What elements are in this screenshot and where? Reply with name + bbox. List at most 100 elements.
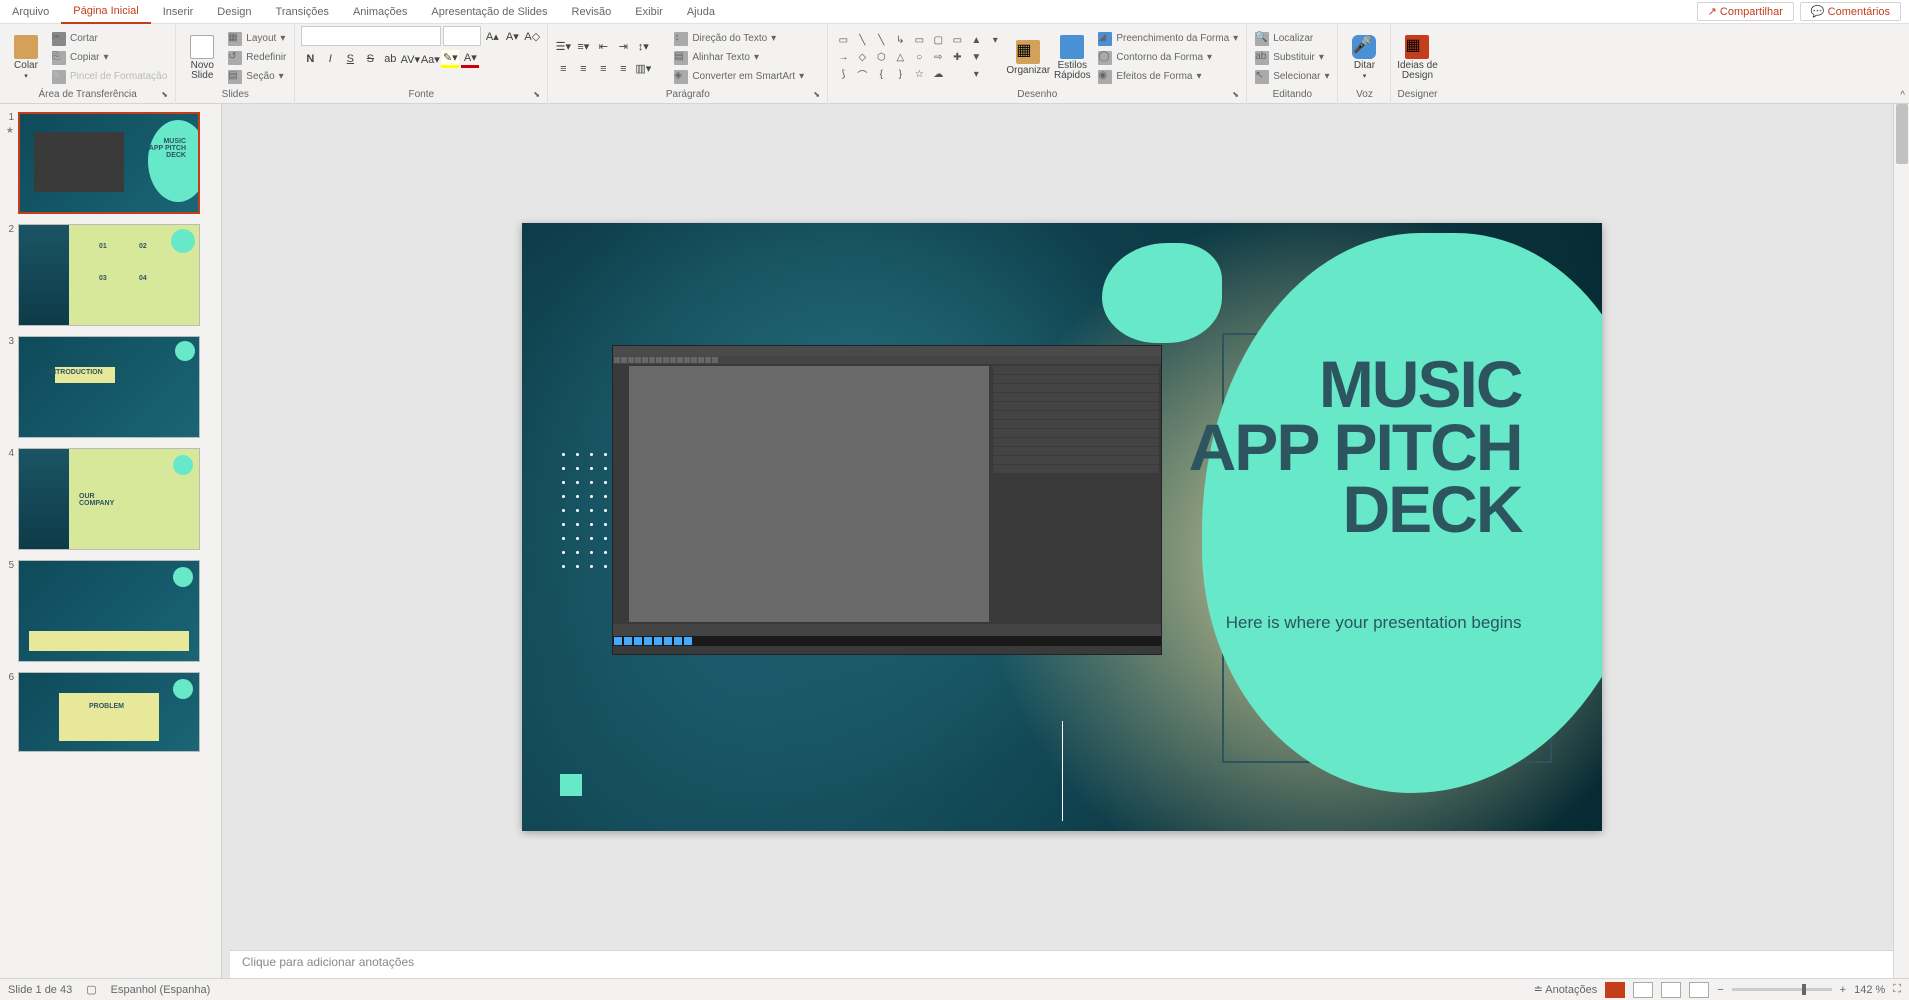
paragrafo-dialog-launcher[interactable]: ⬊ [813,90,825,102]
shape-cloud-icon[interactable]: ☁ [929,67,947,83]
slide-thumbnail-6[interactable]: PROBLEM [18,672,200,752]
shape-connector-icon[interactable]: ↳ [891,33,909,49]
accessibility-icon[interactable]: ▢ [86,983,96,996]
embedded-screenshot-image[interactable] [612,345,1162,655]
normal-view-icon[interactable] [1605,982,1625,998]
align-left-icon[interactable]: ≡ [554,60,572,78]
organizar-button[interactable]: ▦ Organizar [1008,28,1048,88]
shape-textbox-icon[interactable]: ▭ [834,33,852,49]
slide-thumbnail-4[interactable]: OUR COMPANY [18,448,200,550]
char-spacing-icon[interactable]: AV▾ [401,50,419,68]
shape-line2-icon[interactable]: ╲ [872,33,890,49]
zoom-slider[interactable] [1732,988,1832,991]
tab-pagina-inicial[interactable]: Página Inicial [61,0,150,24]
shape-roundrect-icon[interactable]: ▢ [929,33,947,49]
shape-rect2-icon[interactable]: ▭ [948,33,966,49]
slide-subtitle[interactable]: Here is where your presentation begins [1226,613,1522,633]
shape-curve-icon[interactable]: ⟆ [834,67,852,83]
underline-icon[interactable]: S [341,50,359,68]
shape-brace2-icon[interactable]: } [891,67,909,83]
bullets-icon[interactable]: ☰▾ [554,38,572,56]
shape-tri-icon[interactable]: △ [891,50,909,66]
slide-counter[interactable]: Slide 1 de 43 [8,984,72,996]
estilos-rapidos-button[interactable]: Estilos Rápidos [1052,28,1092,88]
scrollbar-thumb[interactable] [1896,104,1908,164]
shape-arc-icon[interactable]: ⌒ [853,67,871,83]
collapse-ribbon-icon[interactable]: ^ [1900,90,1905,101]
layout-button[interactable]: ▦Layout ▾ [226,30,288,48]
shape-expand-icon[interactable]: ▾ [967,67,985,83]
shape-plus-icon[interactable]: ✚ [948,50,966,66]
ditar-button[interactable]: 🎤 Ditar ▾ [1344,28,1384,88]
colar-button[interactable]: Colar ▾ [6,28,46,88]
tab-ajuda[interactable]: Ajuda [675,0,727,24]
shape-brace-icon[interactable]: { [872,67,890,83]
efeitos-forma-button[interactable]: ◉Efeitos de Forma ▾ [1096,68,1240,86]
slide-1[interactable]: MUSIC APP PITCH DECK Here is where your … [522,223,1602,831]
localizar-button[interactable]: 🔍Localizar [1253,30,1331,48]
anotacoes-toggle[interactable]: ≐ Anotações [1534,983,1598,996]
bold-icon[interactable]: N [301,50,319,68]
decrease-indent-icon[interactable]: ⇤ [594,38,612,56]
preenchimento-forma-button[interactable]: ◢Preenchimento da Forma ▾ [1096,30,1240,48]
zoom-level[interactable]: 142 % [1854,984,1885,996]
highlight-icon[interactable]: ✎▾ [441,50,459,68]
shadow-icon[interactable]: ab [381,50,399,68]
contorno-forma-button[interactable]: ◯Contorno da Forma ▾ [1096,49,1240,67]
numbering-icon[interactable]: ≡▾ [574,38,592,56]
slide-thumbnail-1[interactable]: MUSIC APP PITCH DECK [18,112,200,214]
copiar-button[interactable]: ⎘Copiar ▾ [50,49,169,67]
tab-inserir[interactable]: Inserir [151,0,206,24]
clear-format-icon[interactable]: A◇ [523,27,541,45]
slide-thumbnail-panel[interactable]: 1★ MUSIC APP PITCH DECK 2 01 02 03 04 3 [0,104,222,978]
columns-icon[interactable]: ▥▾ [634,60,652,78]
tab-revisao[interactable]: Revisão [560,0,624,24]
shape-star-icon[interactable]: ☆ [910,67,928,83]
justify-icon[interactable]: ≡ [614,60,632,78]
converter-smartart-button[interactable]: ◈Converter em SmartArt ▾ [672,68,806,86]
desenho-dialog-launcher[interactable]: ⬊ [1232,90,1244,102]
tab-exibir[interactable]: Exibir [623,0,675,24]
shape-arrow-icon[interactable]: → [834,50,852,66]
notes-pane[interactable]: Clique para adicionar anotações [230,950,1893,978]
secao-button[interactable]: ▤Seção ▾ [226,68,288,86]
line-spacing-icon[interactable]: ↕▾ [634,38,652,56]
substituir-button[interactable]: abSubstituir ▾ [1253,49,1331,67]
zoom-in-icon[interactable]: + [1840,984,1846,996]
fit-to-window-icon[interactable]: ⛶ [1893,983,1901,996]
shape-hex-icon[interactable]: ⬡ [872,50,890,66]
alinhar-texto-button[interactable]: ▤Alinhar Texto ▾ [672,49,806,67]
tab-design[interactable]: Design [205,0,263,24]
increase-indent-icon[interactable]: ⇥ [614,38,632,56]
slide-sorter-view-icon[interactable] [1633,982,1653,998]
font-color-icon[interactable]: A▾ [461,50,479,68]
language-indicator[interactable]: Espanhol (Espanha) [111,984,211,996]
slide-viewport[interactable]: MUSIC APP PITCH DECK Here is where your … [230,104,1893,950]
slide-thumbnail-3[interactable]: INTRODUCTION [18,336,200,438]
comentarios-button[interactable]: 💬 Comentários [1800,2,1901,21]
shape-rect-icon[interactable]: ▭ [910,33,928,49]
shape-circle-icon[interactable]: ○ [910,50,928,66]
increase-font-icon[interactable]: A▴ [483,27,501,45]
shapes-gallery[interactable]: ▭╲╲↳▭▢▭▲▾ →◇⬡△○⇨✚▼ ⟆⌒{}☆☁▾ [834,33,1004,83]
shape-line-icon[interactable]: ╲ [853,33,871,49]
pincel-formatacao-button[interactable]: ✎Pincel de Formatação [50,68,169,86]
tab-apresentacao-slides[interactable]: Apresentação de Slides [419,0,559,24]
strikethrough-icon[interactable]: S [361,50,379,68]
redefinir-button[interactable]: ↺Redefinir [226,49,288,67]
tab-arquivo[interactable]: Arquivo [0,0,61,24]
shape-more-icon[interactable]: ▾ [986,33,1004,49]
slide-thumbnail-2[interactable]: 01 02 03 04 [18,224,200,326]
slide-title[interactable]: MUSIC APP PITCH DECK [1189,353,1522,541]
compartilhar-button[interactable]: ↗ Compartilhar [1697,2,1794,21]
zoom-out-icon[interactable]: − [1717,984,1723,996]
font-size-combo[interactable] [443,26,481,46]
decrease-font-icon[interactable]: A▾ [503,27,521,45]
fonte-dialog-launcher[interactable]: ⬊ [533,90,545,102]
shape-up-icon[interactable]: ▲ [967,33,985,49]
clipboard-dialog-launcher[interactable]: ⬊ [161,90,173,102]
reading-view-icon[interactable] [1661,982,1681,998]
tab-animacoes[interactable]: Animações [341,0,419,24]
font-family-combo[interactable] [301,26,441,46]
panel-splitter[interactable] [222,104,230,978]
